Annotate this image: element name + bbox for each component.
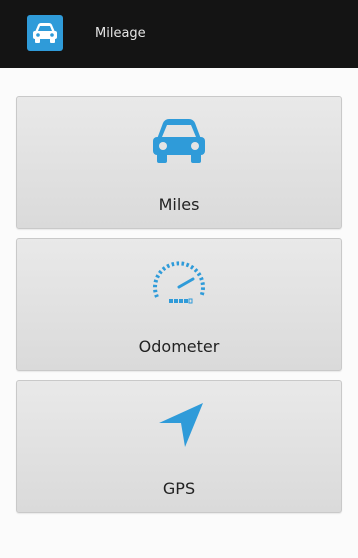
miles-button[interactable]: Miles: [16, 96, 342, 229]
odometer-button[interactable]: Odometer: [16, 238, 342, 371]
app-logo: [27, 15, 63, 51]
options-list: Miles Odometer GPS: [0, 68, 358, 558]
car-icon: [33, 23, 57, 43]
car-icon: [153, 119, 205, 163]
navigation-arrow-icon: [159, 403, 203, 447]
miles-icon-wrap: [17, 117, 341, 165]
gps-label: GPS: [162, 479, 196, 498]
odometer-label: Odometer: [138, 337, 220, 356]
app-bar: Mileage: [0, 0, 358, 68]
gps-icon-wrap: [17, 401, 341, 449]
speedometer-icon: [153, 261, 205, 304]
gps-button[interactable]: GPS: [16, 380, 342, 513]
app-title: Mileage: [95, 26, 146, 41]
miles-label: Miles: [158, 195, 200, 214]
odometer-icon-wrap: [17, 253, 341, 309]
